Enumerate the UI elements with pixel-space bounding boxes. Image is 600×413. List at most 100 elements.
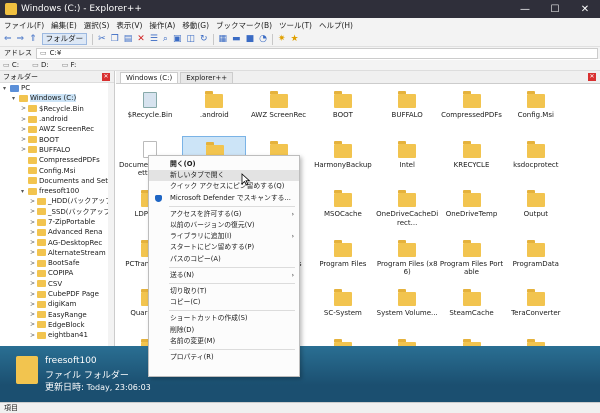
new-folder-icon[interactable]: ▬ bbox=[232, 33, 241, 45]
file-item[interactable]: Wondershare_R... bbox=[311, 334, 375, 346]
menu-bookmarks[interactable]: ブックマーク(B) bbox=[216, 20, 272, 31]
tree-expander-icon[interactable]: > bbox=[21, 146, 28, 153]
tree-item[interactable]: > eightban41 bbox=[0, 330, 114, 340]
stop-icon[interactable]: ■ bbox=[246, 33, 255, 45]
tab-explorer[interactable]: Explorer++ bbox=[180, 72, 234, 83]
menu-go[interactable]: 移動(G) bbox=[182, 20, 209, 31]
context-menu-item[interactable]: 切り取り(T) bbox=[149, 286, 299, 297]
tree-item[interactable]: CompressedPDFs bbox=[0, 155, 114, 165]
history-icon[interactable]: ◔ bbox=[259, 33, 267, 45]
tree-item[interactable]: ▾ freesoft100 bbox=[0, 186, 114, 196]
menu-action[interactable]: 操作(A) bbox=[149, 20, 175, 31]
drive-f-button[interactable]: F: bbox=[62, 61, 77, 69]
tree-item[interactable]: > EasyRange bbox=[0, 310, 114, 320]
back-arrow-icon[interactable]: ⇐ bbox=[4, 33, 12, 45]
file-item[interactable]: Program Files bbox=[311, 235, 375, 283]
tree-expander-icon[interactable]: > bbox=[30, 280, 37, 287]
file-item[interactable]: HarmonyBackup bbox=[311, 136, 375, 184]
tree-item[interactable]: Config.Msi bbox=[0, 165, 114, 175]
file-item[interactable]: CompressedPDFs bbox=[440, 86, 504, 134]
cut-icon[interactable]: ✂ bbox=[98, 33, 106, 45]
tree-expander-icon[interactable]: > bbox=[30, 208, 37, 215]
file-item[interactable]: AWZ ScreenRec bbox=[247, 86, 311, 134]
tree-expander-icon[interactable]: > bbox=[21, 136, 28, 143]
file-item[interactable]: ProgramData bbox=[504, 235, 568, 283]
file-item[interactable]: Program Files Portable bbox=[440, 235, 504, 283]
file-item[interactable]: .android bbox=[182, 86, 246, 134]
file-item[interactable]: Output bbox=[504, 185, 568, 233]
file-item[interactable]: SC-System bbox=[311, 284, 375, 332]
tree-expander-icon[interactable]: > bbox=[30, 321, 37, 328]
tree-item[interactable]: > BootSafe bbox=[0, 258, 114, 268]
tree-item[interactable]: > AG-DesktopRec bbox=[0, 237, 114, 247]
context-menu-item[interactable]: アクセスを許可する(G) › bbox=[149, 209, 299, 220]
tree-item[interactable]: >7-ZipPortable bbox=[0, 217, 114, 227]
menu-view[interactable]: 表示(V) bbox=[116, 20, 142, 31]
maximize-button[interactable]: ☐ bbox=[540, 0, 570, 18]
context-menu-item[interactable]: コピー(C) bbox=[149, 297, 299, 308]
tree-expander-icon[interactable]: > bbox=[30, 198, 37, 205]
tree-item[interactable]: > BOOT bbox=[0, 134, 114, 144]
file-item[interactable]: XboxGames bbox=[440, 334, 504, 346]
context-menu-item[interactable]: 以前のバージョンの復元(V) bbox=[149, 220, 299, 231]
file-item[interactable]: TeraConverter bbox=[504, 284, 568, 332]
tree-item[interactable]: > BUFFALO bbox=[0, 145, 114, 155]
search-icon[interactable]: ⌕ bbox=[163, 33, 168, 45]
file-item[interactable]: OneDriveCacheDirect... bbox=[375, 185, 439, 233]
up-arrow-icon[interactable]: ⇑ bbox=[29, 33, 37, 45]
tree-expander-icon[interactable]: > bbox=[21, 116, 28, 123]
forward-arrow-icon[interactable]: ⇒ bbox=[17, 33, 25, 45]
context-menu-item[interactable]: 開く(O) bbox=[149, 159, 299, 170]
tree-expander-icon[interactable]: > bbox=[30, 301, 37, 308]
folders-toggle-button[interactable]: フォルダー bbox=[41, 33, 88, 45]
file-item[interactable]: wtools bbox=[375, 334, 439, 346]
file-item[interactable]: YGOR bbox=[504, 334, 568, 346]
command-prompt-icon[interactable]: ▣ bbox=[173, 33, 182, 45]
context-menu-item[interactable]: プロパティ(R) bbox=[149, 352, 299, 363]
tree-expander-icon[interactable]: ▾ bbox=[3, 85, 10, 92]
context-menu-item[interactable]: パスのコピー(A) bbox=[149, 254, 299, 265]
file-item[interactable]: BOOT bbox=[311, 86, 375, 134]
context-menu-item[interactable]: ライブラリに追加(I) › bbox=[149, 231, 299, 242]
view-icon[interactable]: ▦ bbox=[219, 33, 228, 45]
file-item[interactable]: Config.Msi bbox=[504, 86, 568, 134]
tree-item[interactable]: > _SSD(バックアップ) bbox=[0, 207, 114, 217]
close-tab-icon[interactable]: ✕ bbox=[588, 73, 596, 81]
tree-expander-icon[interactable]: > bbox=[30, 249, 37, 256]
tree-item[interactable]: > _HDD(バックアップ) bbox=[0, 196, 114, 206]
menu-tools[interactable]: ツール(T) bbox=[279, 20, 312, 31]
tree-item[interactable]: > .android bbox=[0, 114, 114, 124]
tree-item[interactable]: > Advanced Rena bbox=[0, 227, 114, 237]
context-menu-item[interactable]: ショートカットの作成(S) bbox=[149, 313, 299, 324]
tree-item[interactable]: > CubePDF Page bbox=[0, 289, 114, 299]
bookmarks-icon[interactable]: ★ bbox=[290, 33, 298, 45]
context-menu-item[interactable]: 削除(D) bbox=[149, 325, 299, 336]
tree-expander-icon[interactable]: ▾ bbox=[12, 95, 19, 102]
tree-expander-icon[interactable]: > bbox=[30, 219, 37, 226]
tree-expander-icon[interactable]: > bbox=[30, 270, 37, 277]
file-item[interactable]: Intel bbox=[375, 136, 439, 184]
address-input[interactable]: ▭ C:¥ bbox=[36, 47, 598, 59]
tree-expander-icon[interactable]: > bbox=[30, 260, 37, 267]
tree-item[interactable]: > COPIPA bbox=[0, 268, 114, 278]
file-item[interactable]: ksdocprotect bbox=[504, 136, 568, 184]
tree-item[interactable]: ▾ PC bbox=[0, 83, 114, 93]
context-menu-item[interactable]: 新しいタブで開く bbox=[149, 170, 299, 182]
file-item[interactable]: KRECYCLE bbox=[440, 136, 504, 184]
minimize-button[interactable]: — bbox=[510, 0, 540, 18]
tab-windows-c[interactable]: Windows (C:) bbox=[120, 72, 179, 83]
tree-expander-icon[interactable]: > bbox=[30, 332, 37, 339]
context-menu-item[interactable]: 名前の変更(M) bbox=[149, 336, 299, 347]
file-item[interactable]: $Recycle.Bin bbox=[118, 86, 182, 134]
tree-item[interactable]: ▾ Windows (C:) bbox=[0, 93, 114, 103]
menu-help[interactable]: ヘルプ(H) bbox=[319, 20, 353, 31]
menu-select[interactable]: 選択(S) bbox=[84, 20, 110, 31]
context-menu-item[interactable]: 送る(N) › bbox=[149, 270, 299, 281]
drive-d-button[interactable]: D: bbox=[32, 61, 49, 69]
tree-item[interactable]: Documents and Settings bbox=[0, 176, 114, 186]
tree-expander-icon[interactable]: > bbox=[21, 105, 28, 112]
context-menu-item[interactable]: Microsoft Defender でスキャンする... bbox=[149, 193, 299, 204]
tree-expander-icon[interactable]: ▾ bbox=[21, 188, 28, 195]
tree-expander-icon[interactable]: > bbox=[21, 126, 28, 133]
tree-expander-icon[interactable]: > bbox=[30, 291, 37, 298]
